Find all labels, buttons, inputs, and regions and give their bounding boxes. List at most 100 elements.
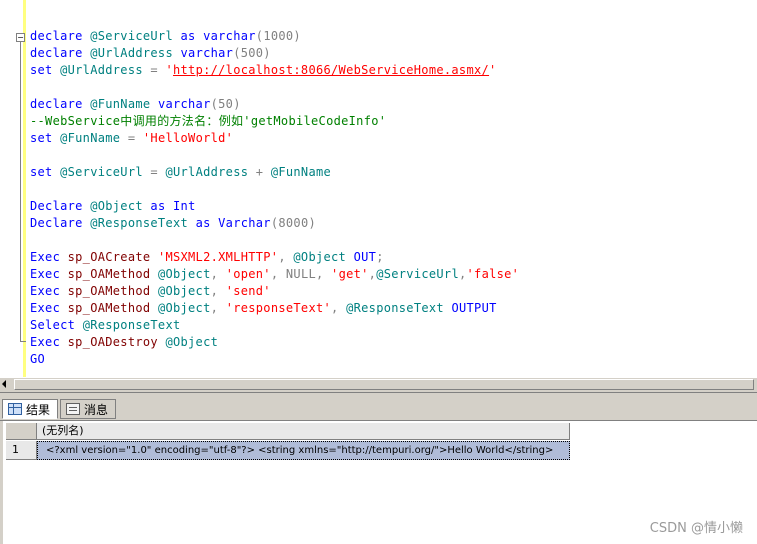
grid-corner[interactable]	[6, 423, 37, 440]
code-token: @UrlAddress	[60, 63, 143, 77]
code-line[interactable]: declare @UrlAddress varchar(500)	[30, 45, 519, 62]
code-token: @FunName	[90, 97, 151, 111]
code-token: @Object	[157, 284, 211, 298]
code-token: sp_OADestroy	[67, 335, 158, 349]
code-token: ,	[331, 301, 347, 315]
code-line[interactable]: Select @ResponseText	[30, 317, 519, 334]
code-line[interactable]: GO	[30, 351, 519, 368]
code-token: =	[120, 131, 143, 145]
horizontal-scrollbar[interactable]	[0, 377, 757, 392]
outline-line	[20, 42, 21, 341]
code-token: Varchar	[218, 216, 271, 230]
code-line[interactable]: set @FunName = 'HelloWorld'	[30, 130, 519, 147]
grid-icon	[8, 403, 22, 415]
code-line[interactable]	[30, 181, 519, 198]
code-token: ,	[210, 267, 226, 281]
code-token: @ServiceUrl	[376, 267, 459, 281]
code-token: =	[142, 165, 166, 179]
code-token: http://localhost:8066/WebServiceHome.asm…	[173, 63, 490, 77]
code-line[interactable]	[30, 79, 519, 96]
code-line[interactable]: Exec sp_OADestroy @Object	[30, 334, 519, 351]
code-line[interactable]	[30, 147, 519, 164]
code-token: Exec	[30, 335, 68, 349]
scrollbar-thumb[interactable]	[14, 379, 754, 390]
change-tracking-bar	[23, 0, 26, 377]
code-token: @ResponseText	[90, 216, 189, 230]
code-token: (1000)	[255, 29, 301, 43]
code-token: varchar	[203, 29, 256, 43]
code-token: Exec	[30, 250, 68, 264]
code-token: sp_OAMethod	[67, 284, 151, 298]
collapse-icon[interactable]: −	[16, 33, 25, 42]
code-line[interactable]: Declare @Object as Int	[30, 198, 519, 215]
code-line[interactable]: declare @FunName varchar(50)	[30, 96, 519, 113]
code-token: @Object	[157, 267, 211, 281]
code-token: , NULL,	[270, 267, 332, 281]
code-token: ,	[458, 267, 467, 281]
code-line[interactable]: --WebService中调用的方法名：例如'getMobileCodeInfo…	[30, 113, 519, 130]
code-token: @FunName	[60, 131, 121, 145]
code-token: ,	[210, 284, 226, 298]
code-token: as	[150, 199, 166, 213]
code-token: @Object	[157, 301, 211, 315]
code-token: 'open'	[225, 267, 271, 281]
code-token: sp_OACreate	[67, 250, 151, 264]
code-token: OUT	[353, 250, 377, 264]
code-token: @ServiceUrl	[90, 29, 173, 43]
code-token: (50)	[210, 97, 241, 111]
code-line[interactable]: Exec sp_OAMethod @Object, 'responseText'…	[30, 300, 519, 317]
code-token: varchar	[157, 97, 211, 111]
code-line[interactable]: declare @ServiceUrl as varchar(1000)	[30, 28, 519, 45]
code-token: ,	[278, 250, 294, 264]
code-token: OUTPUT	[451, 301, 497, 315]
tab-messages[interactable]: 消息	[60, 399, 116, 419]
tab-results[interactable]: 结果	[2, 399, 58, 419]
code-line[interactable]: Declare @ResponseText as Varchar(8000)	[30, 215, 519, 232]
sql-editor[interactable]: − declare @ServiceUrl as varchar(1000) de…	[0, 0, 757, 377]
watermark: CSDN @情小懒	[649, 521, 743, 536]
code-token: '	[165, 63, 173, 77]
code-token: @Object	[293, 250, 347, 264]
code-line[interactable]: set @ServiceUrl = @UrlAddress + @FunName	[30, 164, 519, 181]
code-line[interactable]: Exec sp_OAMethod @Object, 'open', NULL, …	[30, 266, 519, 283]
code-line[interactable]	[30, 232, 519, 249]
editor-gutter	[0, 0, 22, 377]
code-token: (8000)	[270, 216, 316, 230]
code-line[interactable]: set @UrlAddress = 'http://localhost:8066…	[30, 62, 519, 79]
code-token: '	[489, 63, 497, 77]
code-token: @UrlAddress	[90, 46, 173, 60]
result-cell[interactable]: <?xml version="1.0" encoding="utf-8"?> <…	[37, 441, 570, 460]
code-token: declare	[30, 97, 91, 111]
row-number[interactable]: 1	[6, 441, 37, 460]
results-grid[interactable]: (无列名) 1 <?xml version="1.0" encoding="ut…	[0, 421, 757, 544]
code-token: ;	[376, 250, 384, 264]
code-line[interactable]: Exec sp_OAMethod @Object, 'send'	[30, 283, 519, 300]
code-token: sp_OAMethod	[67, 267, 151, 281]
code-token: set	[30, 165, 61, 179]
scroll-left-arrow-icon[interactable]	[2, 380, 6, 388]
code-token: @ResponseText	[346, 301, 444, 315]
code-token: @Object	[90, 199, 143, 213]
code-token: set	[30, 63, 61, 77]
code-line[interactable]: Exec sp_OACreate 'MSXML2.XMLHTTP', @Obje…	[30, 249, 519, 266]
code-token: +	[248, 165, 271, 179]
code-token: @ResponseText	[82, 318, 181, 332]
code-text[interactable]: declare @ServiceUrl as varchar(1000) decl…	[30, 28, 519, 368]
code-token: varchar	[180, 46, 234, 60]
code-token: declare	[30, 46, 91, 60]
message-icon	[66, 403, 80, 415]
code-token: GO	[30, 352, 46, 366]
code-token: Declare	[30, 216, 91, 230]
code-token: =	[142, 63, 166, 77]
code-token: --WebService中调用的方法名：例如'getMobileCodeInfo…	[30, 114, 387, 128]
code-token: 'MSXML2.XMLHTTP'	[157, 250, 279, 264]
column-header[interactable]: (无列名)	[37, 423, 570, 440]
